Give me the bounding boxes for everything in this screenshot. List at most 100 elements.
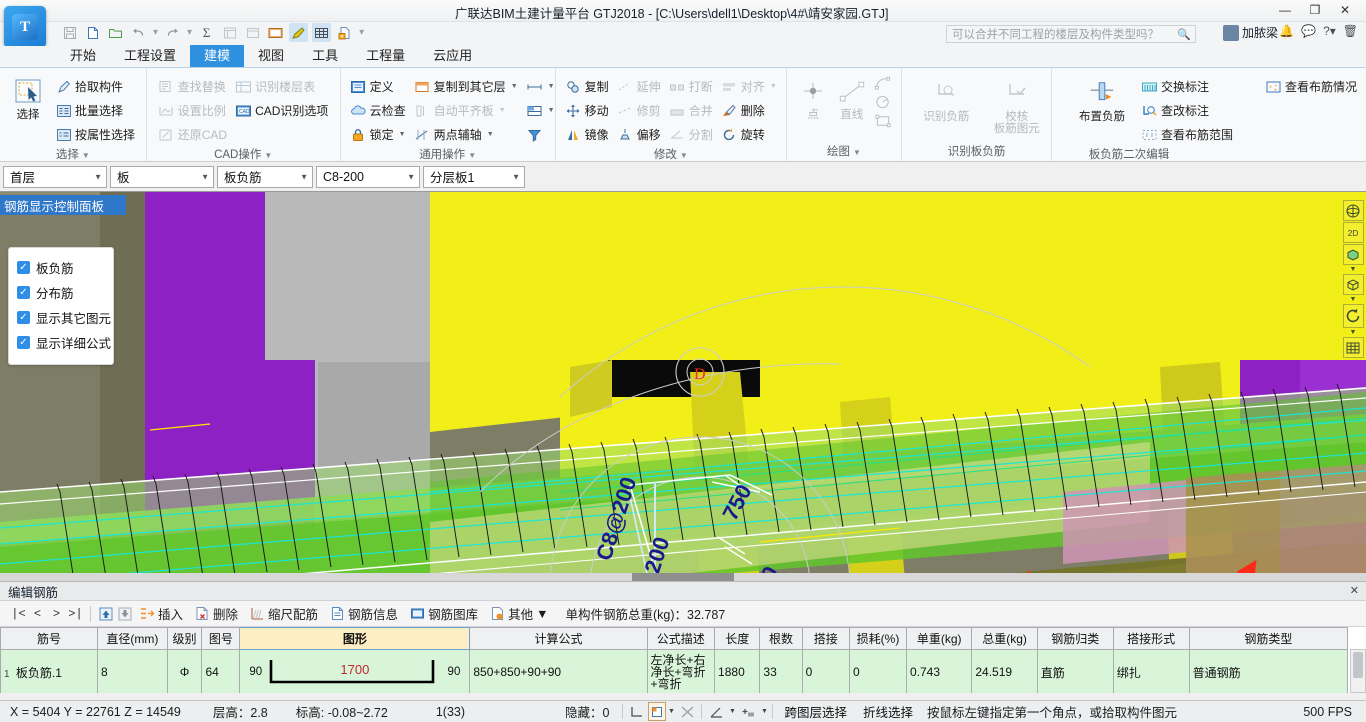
move-button[interactable]: 移动 (563, 99, 613, 122)
split-button[interactable]: 分割 (667, 123, 717, 146)
chevron-down-icon[interactable]: ▼ (548, 107, 555, 114)
col-rebar-type[interactable]: 钢筋类型 (1188, 627, 1349, 650)
delete-button[interactable]: 删除 (719, 99, 781, 122)
view-rebar-range-button[interactable]: 查看布筋范围 (1139, 123, 1237, 146)
copy-to-other-floor-button[interactable]: 复制到其它层 ▼ (412, 75, 522, 98)
tab-project-settings[interactable]: 工程设置 (110, 45, 190, 67)
restore-cad-button[interactable]: 还原CAD (156, 123, 231, 146)
checkbox-row-distribution-rebar[interactable]: 分布筋 (15, 280, 107, 305)
filter-button[interactable] (524, 123, 559, 146)
redo-dropdown-caret-icon[interactable]: ▾ (186, 27, 193, 38)
close-button[interactable]: ✕ (1330, 0, 1360, 20)
cell-loss[interactable]: 0 (849, 649, 907, 693)
cloud-check-button[interactable]: 云检查 (348, 99, 410, 122)
rotate-button[interactable]: 旋转 (719, 123, 781, 146)
save-view-button[interactable]: ▼ (524, 99, 559, 122)
batch-select-button[interactable]: 批量选择 (53, 99, 139, 122)
lock-button[interactable]: 锁定 ▼ (348, 123, 410, 146)
checkbox-icon[interactable] (17, 311, 30, 324)
col-fig-no[interactable]: 图号 (201, 627, 241, 650)
swap-annotation-button[interactable]: 交换标注 (1139, 75, 1237, 98)
col-length[interactable]: 长度 (714, 627, 761, 650)
prev-row-button[interactable]: < (29, 604, 46, 624)
cell-unit-weight[interactable]: 0.743 (905, 649, 973, 693)
component-type-select[interactable]: 板负筋 ▼ (217, 165, 313, 188)
checkbox-row-show-detailed-formula[interactable]: 显示详细公式 (15, 330, 111, 355)
tab-view[interactable]: 视图 (244, 45, 298, 67)
col-loss[interactable]: 损耗(%) (849, 627, 907, 650)
cell-shape[interactable]: 90 90 1700 (239, 649, 471, 693)
recognize-floor-table-button[interactable]: 识别楼层表 (233, 75, 332, 98)
rebar-display-control-panel[interactable]: 钢筋显示控制面板 板负筋 分布筋 显示其它图元 显示详细公式 (0, 195, 126, 365)
new-file-icon[interactable] (83, 23, 102, 42)
rebar-library-button[interactable]: 钢筋图库 (405, 603, 483, 624)
auto-align-slab-button[interactable]: 自动平齐板 ▼ (412, 99, 522, 122)
circle-draw-button[interactable] (873, 92, 896, 111)
bell-icon[interactable]: 🔔 (1279, 24, 1294, 38)
component-category-select[interactable]: 板 ▼ (110, 165, 214, 188)
snap-shape-icon[interactable] (648, 702, 667, 721)
add-page-icon[interactable] (335, 23, 354, 42)
checkbox-icon[interactable] (17, 286, 30, 299)
col-unit-weight[interactable]: 单重(kg) (905, 627, 973, 650)
set-scale-button[interactable]: 设置比例 (156, 99, 231, 122)
check-slab-rebar-button[interactable]: 校核 板筋图元 (987, 77, 1046, 135)
merge-button[interactable]: 合并 (667, 99, 717, 122)
user-account[interactable]: 加脓梁 (1222, 24, 1278, 41)
cell-count[interactable]: 33 (759, 649, 803, 693)
tab-tools[interactable]: 工具 (298, 45, 352, 67)
edit-annotation-button[interactable]: 查改标注 (1139, 99, 1237, 122)
checkbox-row-slab-negative-rebar[interactable]: 板负筋 (15, 255, 107, 280)
rotate-view-icon[interactable] (1342, 304, 1364, 328)
report-view-icon[interactable] (243, 23, 262, 42)
view-rebar-status-button[interactable]: 查看布筋情况 (1263, 75, 1361, 98)
rebar-spec-select[interactable]: C8-200 ▼ (316, 165, 420, 188)
find-replace-button[interactable]: 查找替换 (156, 75, 231, 98)
scrollbar-thumb[interactable] (632, 573, 734, 581)
line-draw-button[interactable]: 直线 (834, 75, 869, 121)
delete-row-button[interactable]: 删除 (190, 603, 243, 624)
cell-length[interactable]: 1880 (714, 649, 761, 693)
col-count[interactable]: 根数 (759, 627, 803, 650)
extend-button[interactable]: 延伸 (615, 75, 665, 98)
close-icon[interactable]: ✕ (1350, 584, 1359, 597)
col-rebar-no[interactable]: 筋号 (0, 627, 99, 650)
view-3d-solid-icon[interactable] (1342, 244, 1364, 265)
table-row[interactable]: 1 板负筋.1 8 Φ 64 90 90 1700 850+850+90+90 … (0, 649, 1349, 693)
layer-select[interactable]: 分层板1 ▼ (423, 165, 525, 188)
two-point-axis-button[interactable]: 两点辅轴 ▼ (412, 123, 522, 146)
chevron-down-icon[interactable]: ▼ (1350, 329, 1357, 336)
calc-report-icon[interactable] (220, 23, 239, 42)
checkbox-row-show-other-elements[interactable]: 显示其它图元 (15, 305, 111, 330)
place-negative-rebar-button[interactable]: 布置负筋 (1073, 77, 1131, 123)
col-formula-desc[interactable]: 公式描述 (646, 627, 716, 650)
pick-element-button[interactable]: 拾取构件 (53, 75, 139, 98)
ribbon-group-draw-title[interactable]: 绘图 ▼ (792, 143, 896, 161)
col-formula[interactable]: 计算公式 (469, 627, 648, 650)
message-icon[interactable]: 💬 (1301, 24, 1316, 38)
cell-category[interactable]: 直筋 (1036, 649, 1114, 693)
align-button[interactable]: 对齐 ▼ (719, 75, 781, 98)
cell-formula[interactable]: 850+850+90+90 (469, 649, 648, 693)
move-down-icon[interactable] (116, 604, 133, 624)
point-draw-button[interactable]: 点 (796, 75, 831, 121)
insert-button[interactable]: 插入 (135, 603, 188, 624)
cad-options-button[interactable]: CAD CAD识别选项 (233, 99, 332, 122)
view-2d-icon[interactable]: 2D (1342, 222, 1364, 243)
rebar-info-button[interactable]: 钢筋信息 (325, 603, 403, 624)
open-folder-icon[interactable] (106, 23, 125, 42)
snap-insert-icon[interactable] (737, 702, 759, 721)
snap-intersection-icon[interactable] (676, 702, 698, 721)
chevron-down-icon[interactable]: ▼ (1350, 266, 1357, 273)
check-report-icon[interactable] (266, 23, 285, 42)
chevron-down-icon[interactable]: ▼ (548, 83, 555, 90)
redo-icon[interactable] (163, 23, 182, 42)
tab-quantity[interactable]: 工程量 (352, 45, 419, 67)
snap-angle-icon[interactable] (705, 702, 727, 721)
chevron-down-icon[interactable]: ▼ (511, 83, 518, 90)
viewport-horizontal-scrollbar[interactable] (0, 573, 1366, 581)
save-icon[interactable] (60, 23, 79, 42)
floor-select[interactable]: 首层 ▼ (3, 165, 107, 188)
offset-button[interactable]: 偏移 (615, 123, 665, 146)
cell-rebar-no[interactable]: 1 板负筋.1 (0, 649, 99, 693)
